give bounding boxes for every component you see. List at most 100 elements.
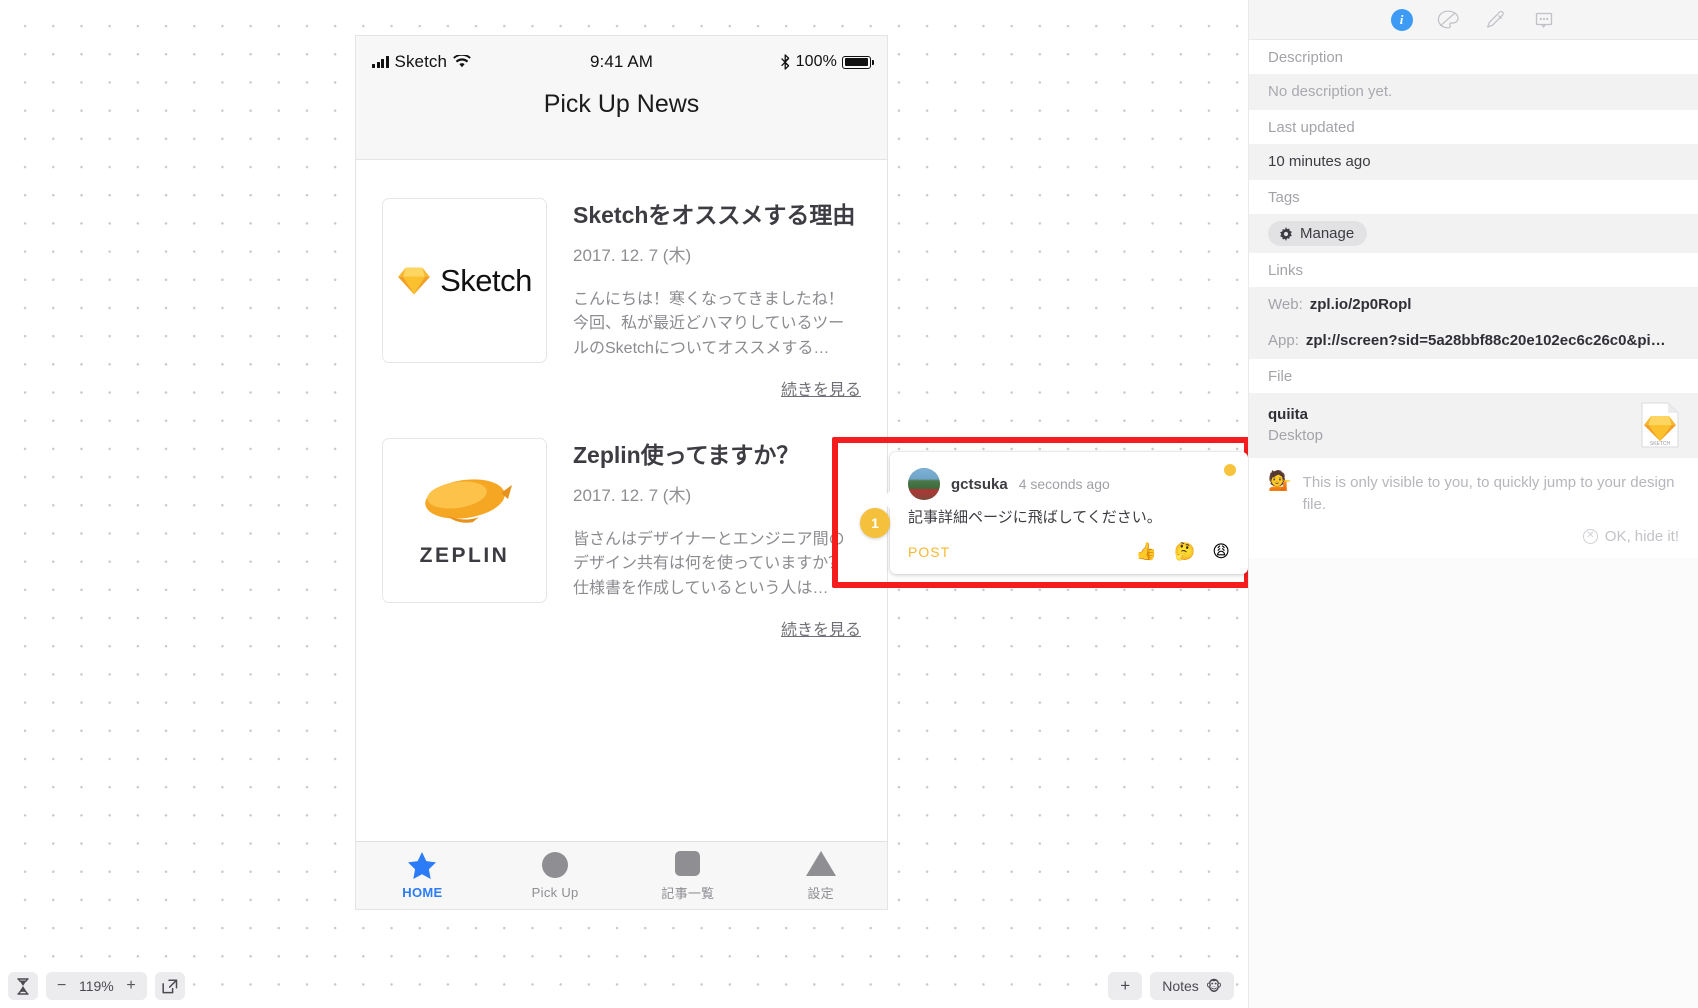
zeplin-wordmark: ZEPLIN [419,543,510,567]
article-date: 2017. 12. 7 (木) [573,245,692,265]
comment-pin-badge[interactable]: 1 [860,508,890,538]
inspector-toolbar: i [1249,0,1698,40]
tab-home-label: HOME [402,885,443,900]
tags-value: Manage [1249,214,1698,253]
tags-label: Tags [1249,180,1698,214]
link-app-row[interactable]: App: zpl://screen?sid=5a28bbf88c20e102ec… [1249,323,1698,359]
zeplin-app-window: Sketch 9:41 AM 100% Pick Up News Sketch … [0,0,1698,1008]
palette-icon[interactable] [1435,7,1461,33]
hide-notice-label: OK, hide it! [1604,527,1679,545]
article-card[interactable]: Sketch Sketchをオススメする理由 2017. 12. 7 (木) こ… [356,160,887,400]
carrier-label: Sketch [394,52,448,71]
comment-timestamp: 4 seconds ago [1018,476,1110,492]
file-name: quiita [1268,406,1308,423]
sketch-wordmark: Sketch [440,262,532,298]
post-comment-button[interactable]: POST [908,544,950,560]
user-avatar[interactable] [908,468,940,500]
sketch-file-icon[interactable]: SKETCH [1641,402,1679,448]
zoom-controls: − 119% + [8,972,185,1000]
link-web-value: zpl.io/2p0Ropl [1309,296,1412,313]
article-title: Sketchをオススメする理由 [573,202,856,228]
status-bar-left: Sketch [372,52,471,72]
article-date: 2017. 12. 7 (木) [573,485,692,505]
page-title: Pick Up News [356,88,887,160]
zoom-out-button[interactable]: − [57,977,66,995]
add-note-button[interactable]: + [1108,972,1143,1000]
tab-settings-label: 設定 [807,886,834,901]
bluetooth-icon [780,54,789,70]
comment-author: gctsuka [951,475,1008,493]
zeplin-blimp-icon [424,479,512,523]
manage-tags-button[interactable]: Manage [1268,221,1368,246]
wifi-icon [453,55,471,68]
inspector-panel: i Description No description yet. Last u… [1248,0,1698,1008]
article-thumbnail: Sketch [382,198,547,363]
triangle-icon [805,849,836,877]
zeplin-logo: ZEPLIN [417,473,513,568]
description-value: No description yet. [1249,74,1698,110]
last-updated-label: Last updated [1249,110,1698,144]
comment-icon[interactable] [1531,7,1557,33]
notes-button[interactable]: Notes 🐵 [1150,972,1234,1000]
file-location: Desktop [1268,427,1324,444]
comment-popup[interactable]: gctsuka 4 seconds ago 記事詳細ページに飛ばしてください。 … [881,452,1248,574]
design-canvas[interactable]: Sketch 9:41 AM 100% Pick Up News Sketch … [0,0,1248,1008]
info-icon[interactable]: i [1390,8,1413,31]
hide-notice-row[interactable]: ✕ OK, hide it! [1249,527,1698,558]
manage-tags-label: Manage [1300,225,1355,242]
tab-pickup-label: Pick Up [531,885,579,900]
status-bar-right: 100% [780,53,874,71]
reaction-group: 👍 🤔 😩 [1136,542,1230,562]
eyedropper-icon[interactable] [1483,7,1509,33]
comment-body: 記事詳細ページに飛ばしてください。 [908,509,1162,526]
article-title: Zeplin使ってますか？ [573,441,800,468]
links-label: Links [1249,253,1698,287]
article-feed: Sketch Sketchをオススメする理由 2017. 12. 7 (木) こ… [356,160,887,850]
article-excerpt: こんにちは！寒くなってきましたね！ 今回、私が最近どハマりしているツー ルのSk… [573,290,845,358]
phone-artboard[interactable]: Sketch 9:41 AM 100% Pick Up News Sketch … [355,35,888,910]
tab-home[interactable]: HOME [356,851,489,900]
star-icon [407,851,437,879]
tab-settings[interactable]: 設定 [754,849,887,902]
reaction-thinking-icon[interactable]: 🤔 [1174,542,1195,562]
battery-full-icon [842,55,874,69]
article-card[interactable]: ZEPLIN Zeplin使ってますか？ 2017. 12. 7 (木) 皆さん… [356,400,887,640]
article-thumbnail: ZEPLIN [382,437,547,603]
article-body: Sketchをオススメする理由 2017. 12. 7 (木) こんにちは！寒く… [573,198,861,400]
status-bar: Sketch 9:41 AM 100% [356,36,887,88]
sketch-logo: Sketch [397,263,532,299]
last-updated-value: 10 minutes ago [1249,144,1698,180]
notes-button-label: Notes [1162,978,1199,994]
link-app-key: App: [1268,332,1299,349]
article-body: Zeplin使ってますか？ 2017. 12. 7 (木) 皆さんはデザイナーと… [573,438,861,640]
tab-article-list[interactable]: 記事一覧 [622,849,755,902]
tab-pickup[interactable]: Pick Up [489,851,622,900]
file-row[interactable]: quiita Desktop SKETCH [1249,393,1698,458]
reaction-weary-icon[interactable]: 😩 [1212,542,1230,562]
battery-percent-label: 100% [795,53,837,70]
article-read-more-link[interactable]: 続きを見る [573,616,861,640]
file-label: File [1249,359,1698,393]
monkey-icon: 🐵 [1205,977,1222,994]
comment-header: gctsuka 4 seconds ago [908,468,1230,500]
link-app-value: zpl://screen?sid=5a28bbf88c20e102ec6c26c… [1305,332,1666,349]
sketch-diamond-icon [398,267,430,294]
signal-bars-icon [372,56,389,68]
zoom-stepper[interactable]: − 119% + [46,972,147,1000]
article-excerpt: 皆さんはデザイナーとエンジニア間の デザイン共有は何を使っていますか？ 仕様書を… [573,530,845,598]
description-label: Description [1249,40,1698,74]
notice-text: This is only visible to you, to quickly … [1302,474,1675,513]
information-desk-person-icon: 💁 [1268,471,1292,492]
link-web-row[interactable]: Web: zpl.io/2p0Ropl [1249,287,1698,323]
reaction-thumbs-up-icon[interactable]: 👍 [1136,542,1157,562]
circle-icon [542,851,569,879]
external-link-icon[interactable] [154,972,185,1000]
svg-text:SKETCH: SKETCH [1650,441,1671,447]
zoom-in-button[interactable]: + [126,977,135,995]
close-circle-icon[interactable]: ✕ [1582,528,1598,544]
tab-article-list-label: 記事一覧 [661,886,715,901]
bottom-tab-bar: HOME Pick Up 記事一覧 設定 [356,841,887,909]
article-read-more-link[interactable]: 続きを見る [573,376,861,400]
comment-footer: POST 👍 🤔 😩 [908,542,1230,562]
hourglass-icon[interactable] [8,972,38,1000]
